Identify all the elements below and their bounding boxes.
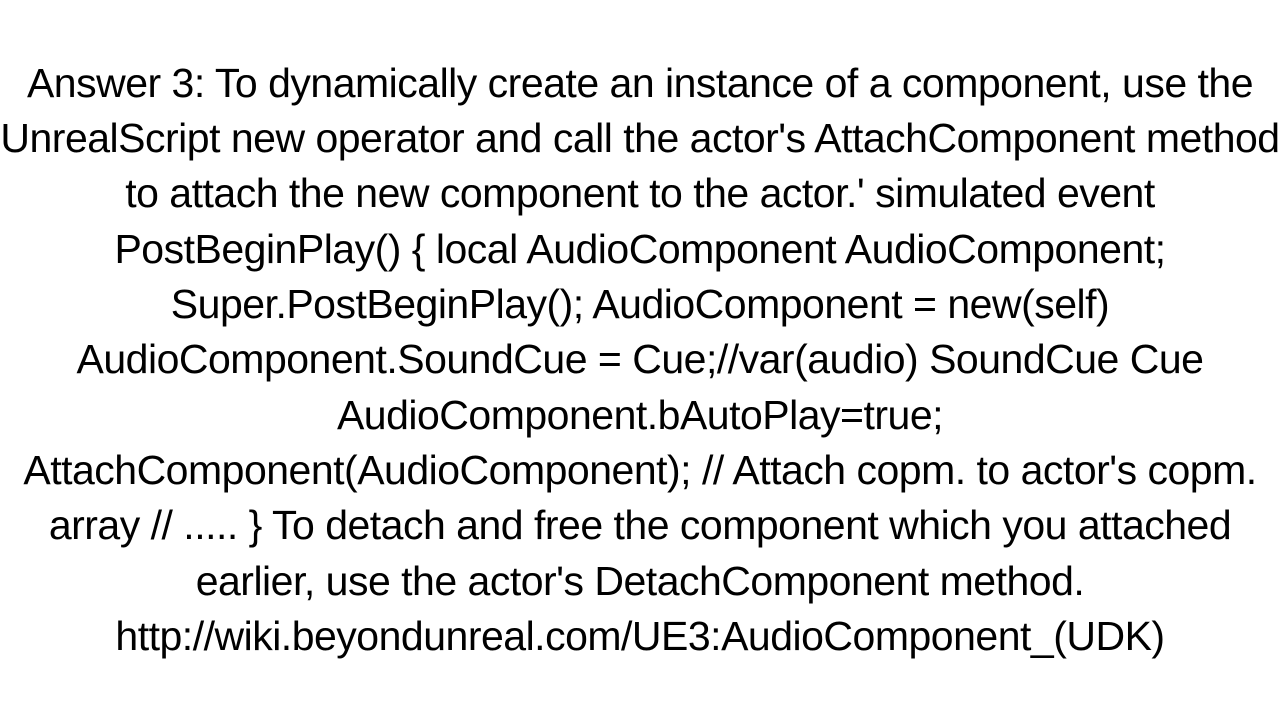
document-text: Answer 3: To dynamically create an insta… [0, 56, 1280, 665]
